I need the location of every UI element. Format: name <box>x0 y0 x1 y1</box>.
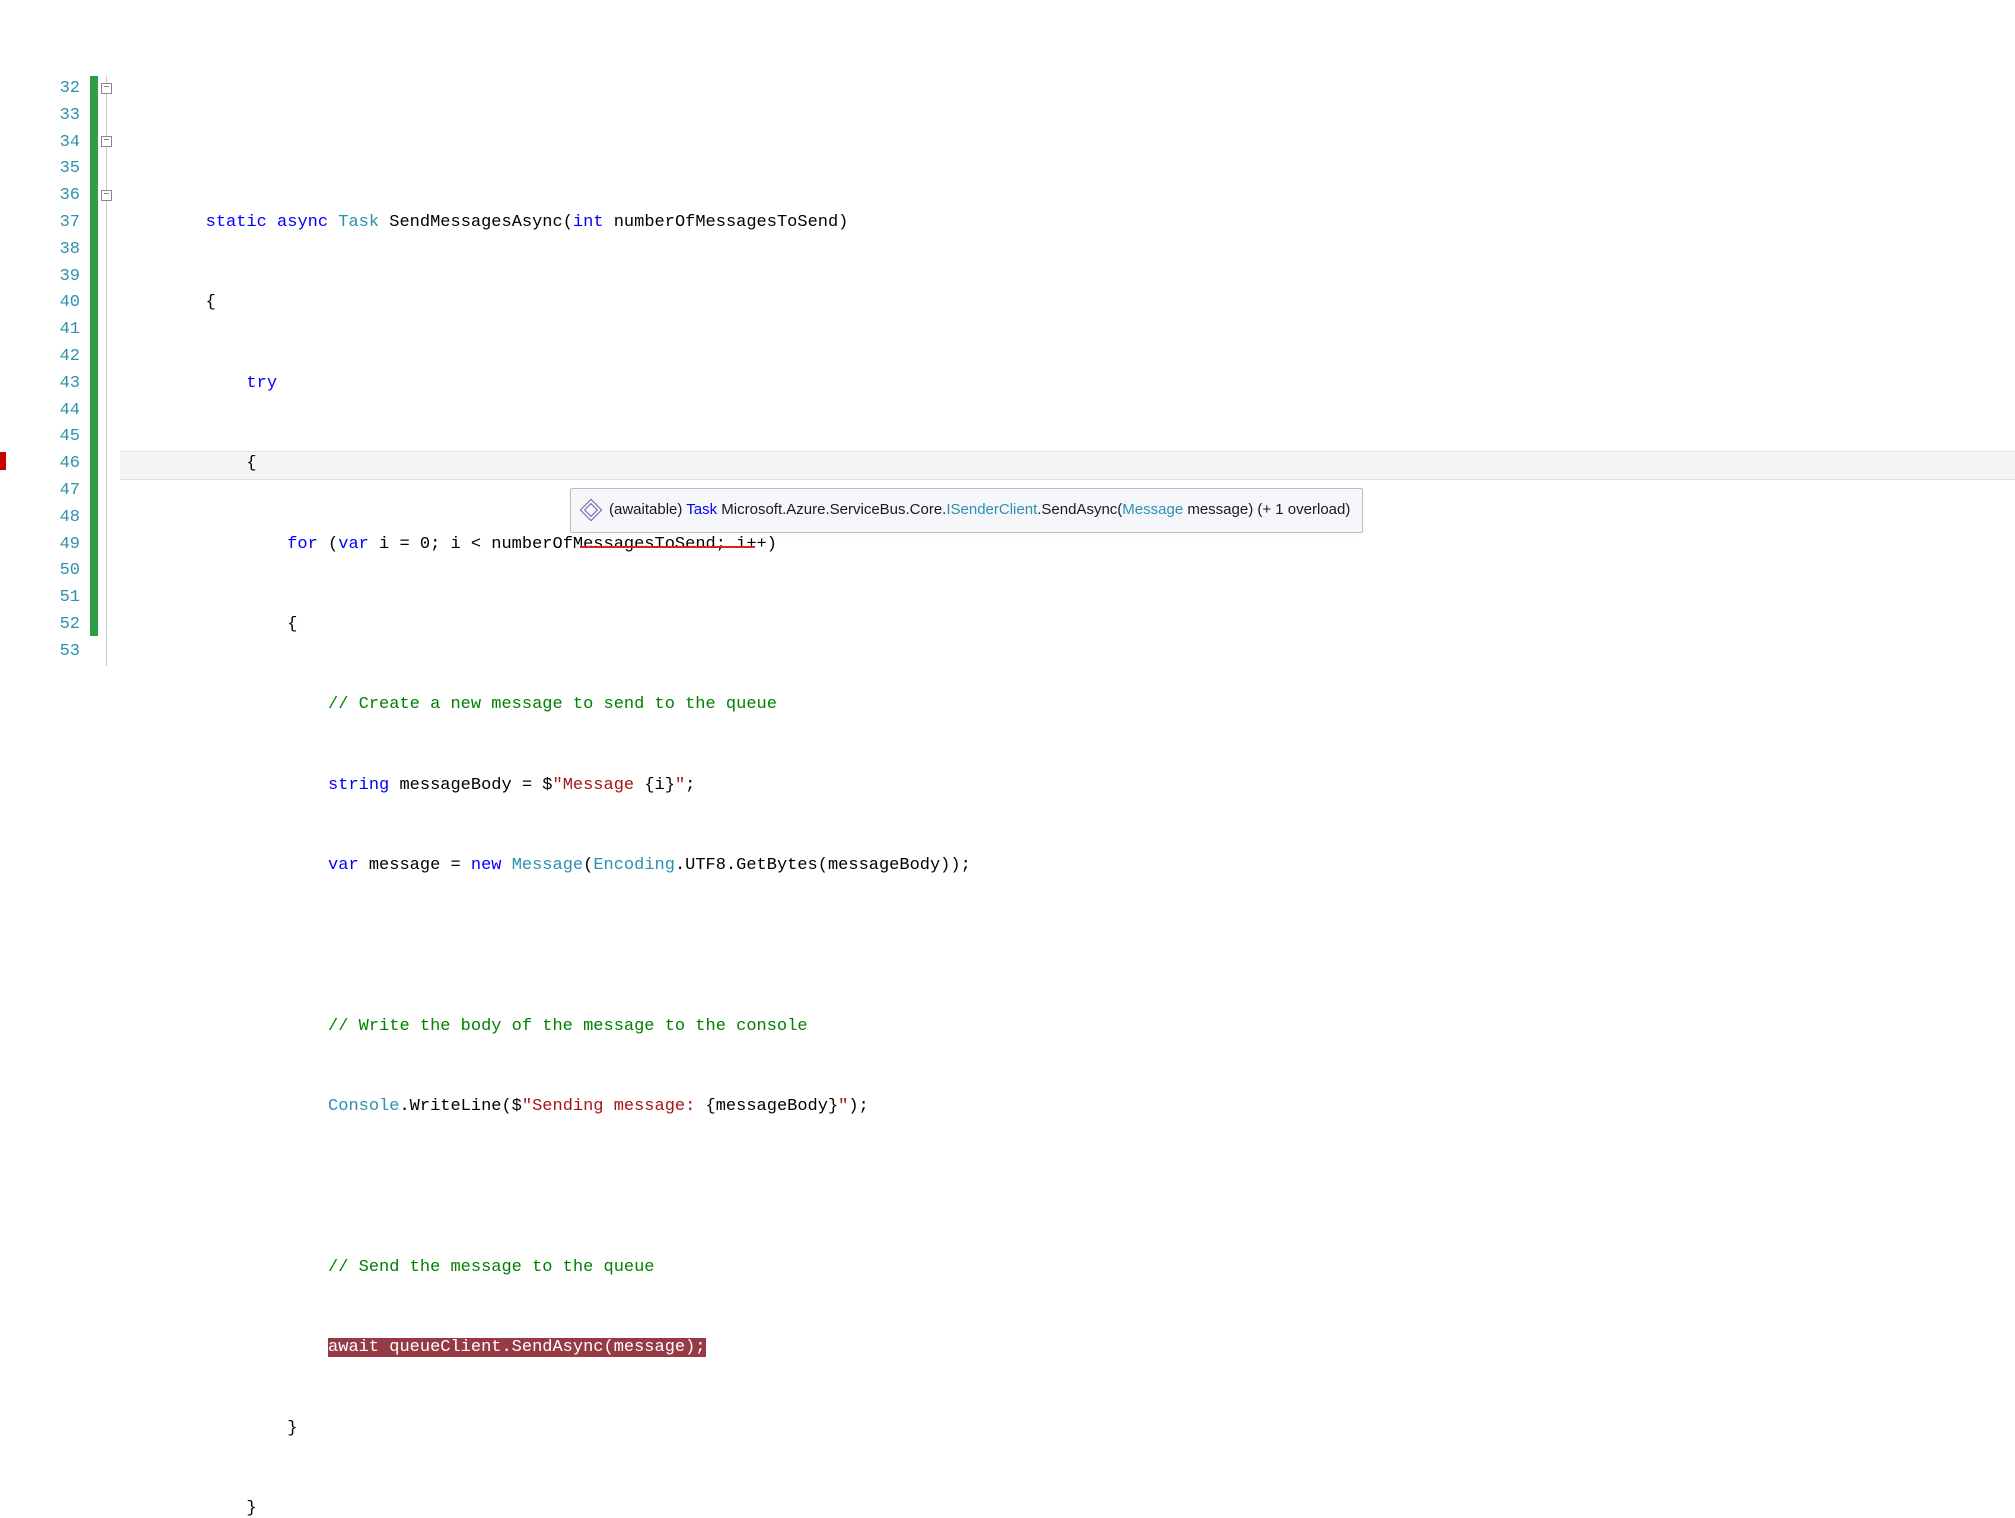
fold-column[interactable]: − − − <box>98 76 120 835</box>
line-number[interactable]: 52 <box>60 615 80 634</box>
line-number[interactable]: 35 <box>60 159 80 178</box>
method-icon <box>580 499 603 522</box>
line-number[interactable]: 32 <box>60 79 80 98</box>
line-number[interactable]: 37 <box>60 213 80 232</box>
code-line[interactable]: string messageBody = $"Message {i}"; <box>124 773 2015 800</box>
code-line[interactable] <box>124 1175 2015 1202</box>
code-line[interactable]: { <box>124 290 2015 317</box>
code-line[interactable]: { <box>124 451 2015 478</box>
line-number[interactable]: 47 <box>60 481 80 500</box>
code-line[interactable]: } <box>124 1416 2015 1443</box>
line-number[interactable]: 42 <box>60 347 80 366</box>
code-line[interactable]: try <box>124 371 2015 398</box>
fold-toggle-icon[interactable]: − <box>101 136 112 147</box>
line-number[interactable]: 38 <box>60 240 80 259</box>
line-number[interactable]: 33 <box>60 106 80 125</box>
line-number[interactable]: 34 <box>60 133 80 152</box>
line-number[interactable]: 45 <box>60 427 80 446</box>
code-line[interactable]: // Write the body of the message to the … <box>124 1014 2015 1041</box>
tooltip-text: (awaitable) Task Microsoft.Azure.Service… <box>609 497 1350 524</box>
line-number-gutter[interactable]: 32 33 34 35 36 37 38 39 40 41 42 43 44 4… <box>10 76 90 835</box>
line-number[interactable]: 44 <box>60 401 80 420</box>
breakpoint-margin[interactable] <box>0 76 10 835</box>
code-line[interactable]: Console.WriteLine($"Sending message: {me… <box>124 1094 2015 1121</box>
line-number[interactable]: 39 <box>60 267 80 286</box>
code-line[interactable]: for (var i = 0; i < numberOfMessagesToSe… <box>124 532 2015 559</box>
line-number[interactable]: 36 <box>60 186 80 205</box>
breakpoint-highlighted-code[interactable]: await queueClient.SendAsync(message); <box>328 1338 705 1357</box>
code-line[interactable]: await queueClient.SendAsync(message); <box>124 1335 2015 1362</box>
line-number[interactable]: 48 <box>60 508 80 527</box>
code-line[interactable]: // Send the message to the queue <box>124 1255 2015 1282</box>
error-underline <box>580 546 755 548</box>
code-line[interactable] <box>124 934 2015 961</box>
line-number[interactable]: 40 <box>60 293 80 312</box>
line-number[interactable]: 46 <box>60 454 80 473</box>
code-editor[interactable]: 32 33 34 35 36 37 38 39 40 41 42 43 44 4… <box>0 76 2015 835</box>
code-line[interactable]: } <box>124 1496 2015 1518</box>
line-number[interactable]: 49 <box>60 535 80 554</box>
line-number[interactable]: 41 <box>60 320 80 339</box>
line-number[interactable]: 51 <box>60 588 80 607</box>
fold-toggle-icon[interactable]: − <box>101 190 112 201</box>
intellisense-tooltip: (awaitable) Task Microsoft.Azure.Service… <box>570 488 1363 533</box>
code-area[interactable]: static async Task SendMessagesAsync(int … <box>120 76 2015 835</box>
line-number[interactable]: 53 <box>60 642 80 661</box>
code-line[interactable]: { <box>124 612 2015 639</box>
change-indicator-bar <box>90 76 98 636</box>
code-line[interactable]: // Create a new message to send to the q… <box>124 692 2015 719</box>
code-line[interactable]: static async Task SendMessagesAsync(int … <box>124 210 2015 237</box>
breakpoint-marker[interactable] <box>0 452 6 470</box>
code-line[interactable]: var message = new Message(Encoding.UTF8.… <box>124 853 2015 880</box>
fold-toggle-icon[interactable]: − <box>101 83 112 94</box>
line-number[interactable]: 43 <box>60 374 80 393</box>
line-number[interactable]: 50 <box>60 561 80 580</box>
